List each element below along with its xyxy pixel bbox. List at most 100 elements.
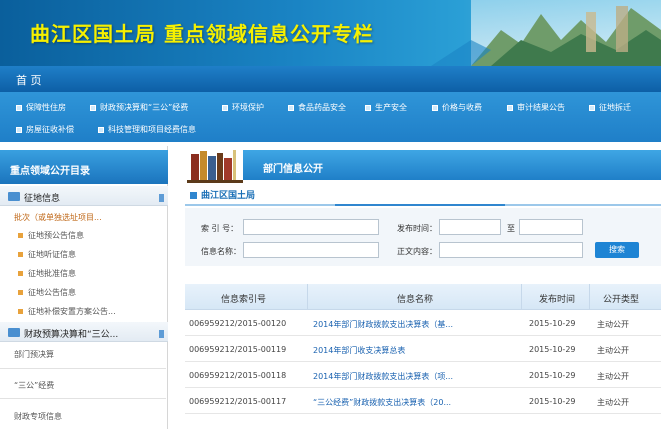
- bullet-icon: [16, 126, 22, 133]
- sidebar-section-finance[interactable]: 财政预算决算和“三公...: [0, 322, 168, 342]
- sidebar: 重点领域公开目录 征地信息 批次（或单独选址项目... 征地预公告信息 征地听证…: [0, 146, 168, 429]
- search-form: 索 引 号： 发布时间： 至 信息名称： 正文内容： 搜索: [185, 208, 661, 266]
- bullet-icon: [365, 104, 371, 111]
- sidebar-section-land[interactable]: 征地信息: [0, 186, 168, 206]
- table-row: 006959212/2015-00117 “三公经费”财政拨款支出决算表（20.…: [185, 388, 661, 414]
- row-date: 2015-10-29: [529, 397, 576, 406]
- sidebar-subitem[interactable]: 征地预公告信息: [18, 230, 84, 241]
- bullet-icon: [190, 192, 197, 199]
- bullet-icon: [507, 104, 513, 111]
- scroll-arrow-icon: [159, 330, 164, 338]
- column-header: 信息索引号: [221, 295, 267, 305]
- folder-icon: [8, 328, 20, 337]
- bullet-icon: [432, 104, 438, 111]
- column-header: 公开类型: [603, 295, 640, 305]
- scroll-arrow-icon: [159, 194, 164, 202]
- bullet-icon: [18, 233, 23, 238]
- sidebar-item[interactable]: 部门预决算: [14, 349, 54, 360]
- row-type: 主动公开: [597, 346, 629, 355]
- row-title-link[interactable]: 2014年部门财政拨款支出决算表（基...: [313, 319, 453, 330]
- column-header: 信息名称: [397, 295, 434, 305]
- sidebar-item[interactable]: “三公”经费: [14, 380, 54, 391]
- row-index-code: 006959212/2015-00118: [189, 371, 287, 380]
- content-input[interactable]: [439, 242, 583, 258]
- table-row: 006959212/2015-00120 2014年部门财政拨款支出决算表（基.…: [185, 310, 661, 336]
- bullet-icon: [288, 104, 294, 111]
- site-banner: 曲江区国土局 重点领域信息公开专栏: [0, 0, 661, 66]
- sidebar-header: 重点领域公开目录: [0, 150, 168, 184]
- divider: [521, 284, 522, 310]
- search-button[interactable]: 搜索: [595, 242, 639, 258]
- department-heading: 曲江区国土局: [190, 188, 255, 201]
- sidebar-subitem[interactable]: 征地补偿安置方案公告...: [18, 306, 116, 317]
- column-header: 发布时间: [539, 295, 576, 305]
- row-index-code: 006959212/2015-00117: [189, 397, 287, 406]
- category-bar: 保障性住房 财政预决算和“三公”经费 环境保护 食品药品安全 生产安全 价格与收…: [0, 92, 661, 142]
- nav-home-link[interactable]: 首 页: [16, 72, 42, 88]
- divider: [185, 204, 661, 206]
- category-item[interactable]: 征地拆迁: [589, 102, 631, 113]
- bullet-icon: [18, 290, 23, 295]
- bullet-icon: [18, 252, 23, 257]
- date-to-input[interactable]: [519, 219, 583, 235]
- date-to-label: 至: [507, 224, 515, 233]
- sidebar-subitem[interactable]: 征地批准信息: [18, 268, 76, 279]
- row-title-link[interactable]: 2014年部门收支决算总表: [313, 345, 405, 356]
- divider: [0, 398, 166, 399]
- divider: [0, 368, 166, 369]
- books-icon: [187, 150, 243, 183]
- sidebar-title: 重点领域公开目录: [10, 166, 90, 177]
- category-item[interactable]: 价格与收费: [432, 102, 482, 113]
- panel-tab: 部门信息公开: [243, 150, 661, 180]
- index-label: 索 引 号：: [201, 224, 239, 233]
- bullet-icon: [589, 104, 595, 111]
- category-item[interactable]: 财政预决算和“三公”经费: [90, 102, 188, 113]
- sidebar-link-batch[interactable]: 批次（或单独选址项目...: [14, 212, 102, 223]
- bullet-icon: [222, 104, 228, 111]
- row-type: 主动公开: [597, 372, 629, 381]
- panel-header: 部门信息公开: [185, 146, 661, 184]
- date-label: 发布时间：: [397, 224, 437, 233]
- row-index-code: 006959212/2015-00119: [189, 345, 287, 354]
- category-item[interactable]: 审计结果公告: [507, 102, 565, 113]
- category-item[interactable]: 保障性住房: [16, 102, 66, 113]
- row-date: 2015-10-29: [529, 371, 576, 380]
- name-input[interactable]: [243, 242, 379, 258]
- bullet-icon: [18, 309, 23, 314]
- table-row: 006959212/2015-00119 2014年部门收支决算总表 2015-…: [185, 336, 661, 362]
- sidebar-subitem[interactable]: 征地听证信息: [18, 249, 76, 260]
- row-title-link[interactable]: 2014年部门财政拨款支出决算表（项...: [313, 371, 453, 382]
- bullet-icon: [16, 104, 22, 111]
- category-item[interactable]: 食品药品安全: [288, 102, 346, 113]
- sidebar-item[interactable]: 财政专项信息: [14, 411, 62, 422]
- date-from-input[interactable]: [439, 219, 501, 235]
- divider-highlight: [335, 204, 505, 206]
- category-item[interactable]: 科技管理和项目经费信息: [98, 124, 196, 135]
- content-label: 正文内容：: [397, 247, 437, 256]
- row-type: 主动公开: [597, 320, 629, 329]
- table-header: 信息索引号 信息名称 发布时间 公开类型: [185, 284, 661, 310]
- sidebar-section-label: 财政预算决算和“三公...: [24, 330, 119, 340]
- row-title-link[interactable]: “三公经费”财政拨款支出决算表（20...: [313, 397, 451, 408]
- row-date: 2015-10-29: [529, 345, 576, 354]
- panel-title: 部门信息公开: [263, 164, 323, 175]
- mountain-scenery-image: [431, 0, 661, 66]
- category-item[interactable]: 环境保护: [222, 102, 264, 113]
- divider: [307, 284, 308, 310]
- sidebar-section-label: 征地信息: [24, 194, 61, 204]
- sidebar-subitem[interactable]: 征地公告信息: [18, 287, 76, 298]
- row-date: 2015-10-29: [529, 319, 576, 328]
- name-label: 信息名称：: [201, 247, 241, 256]
- bullet-icon: [98, 126, 104, 133]
- index-input[interactable]: [243, 219, 379, 235]
- table-row: 006959212/2015-00118 2014年部门财政拨款支出决算表（项.…: [185, 362, 661, 388]
- row-type: 主动公开: [597, 398, 629, 407]
- bullet-icon: [90, 104, 96, 111]
- category-item[interactable]: 房屋征收补偿: [16, 124, 74, 135]
- divider: [589, 284, 590, 310]
- main-nav: 首 页: [0, 66, 661, 92]
- row-index-code: 006959212/2015-00120: [189, 319, 287, 328]
- bullet-icon: [18, 271, 23, 276]
- folder-icon: [8, 192, 20, 201]
- category-item[interactable]: 生产安全: [365, 102, 407, 113]
